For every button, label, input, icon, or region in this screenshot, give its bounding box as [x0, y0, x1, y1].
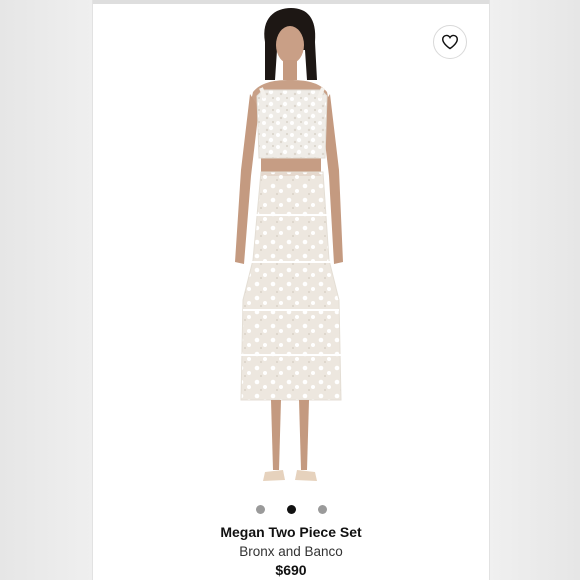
product-info: Megan Two Piece Set Bronx and Banco $690: [93, 523, 489, 580]
favorite-button[interactable]: [433, 25, 467, 59]
gallery-pagination: [93, 504, 489, 514]
gallery-dot-3[interactable]: [317, 504, 327, 514]
gallery-dot-2[interactable]: [286, 504, 296, 514]
page-background: Megan Two Piece Set Bronx and Banco $690: [0, 0, 580, 580]
gallery-dot-1[interactable]: [255, 504, 265, 514]
product-price: $690: [275, 562, 307, 578]
product-brand[interactable]: Bronx and Banco: [93, 542, 489, 561]
product-name[interactable]: Megan Two Piece Set: [93, 523, 489, 542]
heart-icon: [441, 34, 459, 50]
product-image[interactable]: [93, 0, 489, 495]
product-card: Megan Two Piece Set Bronx and Banco $690: [93, 0, 489, 580]
